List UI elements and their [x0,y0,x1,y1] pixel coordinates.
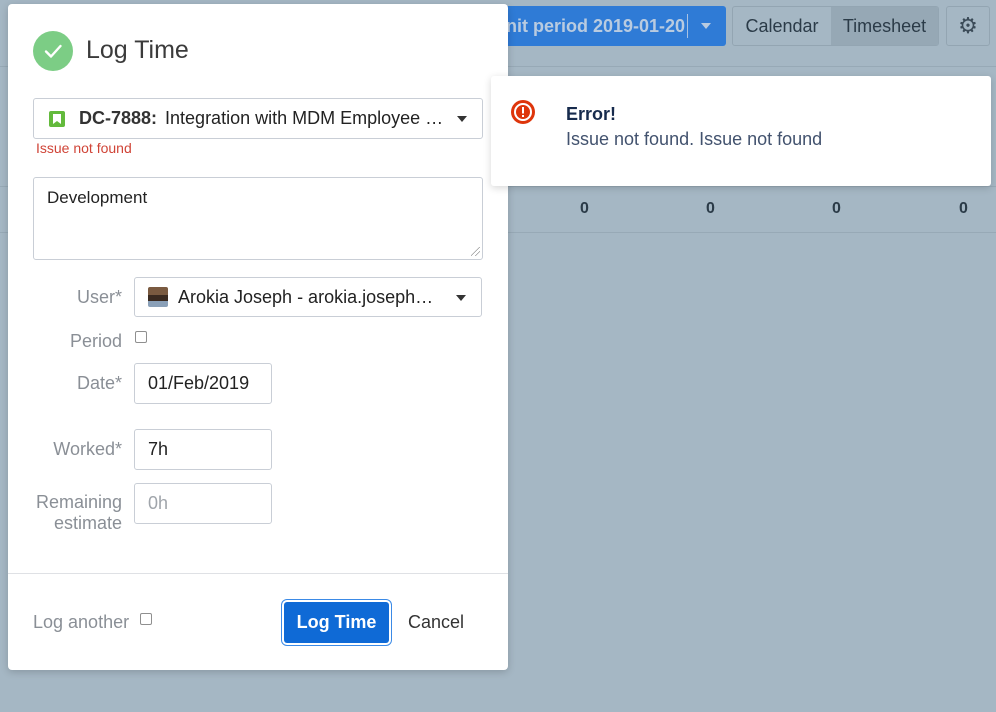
remaining-estimate-field[interactable] [134,483,272,524]
user-picker[interactable]: Arokia Joseph - arokia.joseph@company.co… [134,277,482,317]
log-another-checkbox[interactable] [140,613,152,625]
view-switcher: Calendar Timesheet [732,6,939,46]
submit-period-separator [687,14,688,38]
settings-button[interactable]: ⚙ [946,6,990,46]
tab-timesheet[interactable]: Timesheet [831,7,938,45]
worked-label: Worked* [53,439,122,459]
gear-icon: ⚙ [958,13,978,38]
submit-period-button[interactable]: nit period 2019-01-20 [470,6,726,46]
chevron-down-icon[interactable] [456,295,466,301]
log-time-dialog: Log Time DC-7888: Integration with MDM E… [8,4,508,670]
issue-picker[interactable]: DC-7888: Integration with MDM Employee D… [33,98,483,139]
period-checkbox[interactable] [135,331,147,343]
avatar [148,287,168,307]
chevron-down-icon[interactable] [457,116,467,122]
user-name: Arokia Joseph - arokia.joseph@company.co… [178,286,436,307]
worked-field[interactable] [134,429,272,470]
check-icon [33,31,73,71]
error-title: Error! [566,104,617,124]
tab-calendar[interactable]: Calendar [733,7,831,45]
cancel-button[interactable]: Cancel [400,602,472,643]
period-label: Period [69,331,122,351]
submit-period-label: nit period 2019-01-20 [506,16,686,36]
footer-divider [8,573,508,574]
remaining-estimate-label: Remaining estimate [18,492,122,534]
error-icon [511,100,535,124]
remaining-label-line2: estimate [53,513,122,533]
day-total: 0 [832,200,841,217]
dialog-title: Log Time [86,36,189,64]
issue-summary: Integration with MDM Employee Data [165,108,456,128]
description-field[interactable]: Development [33,177,483,260]
date-label: Date* [76,373,122,393]
day-total: 0 [580,200,589,217]
log-time-button[interactable]: Log Time [284,602,389,643]
issue-key: DC-7888: [79,108,158,128]
remaining-label-line1: Remaining [35,492,122,512]
resize-handle[interactable] [471,247,480,256]
error-notification: Error! Issue not found. Issue not found [491,76,991,186]
story-icon [49,110,65,127]
user-label: User* [76,287,122,307]
day-total: 0 [959,200,968,217]
day-total: 0 [706,200,715,217]
chevron-down-icon[interactable] [701,23,711,29]
error-message: Issue not found. Issue not found [566,129,823,149]
date-field[interactable] [134,363,272,404]
issue-error-message: Issue not found [36,140,132,156]
log-another-label: Log another [33,612,130,632]
